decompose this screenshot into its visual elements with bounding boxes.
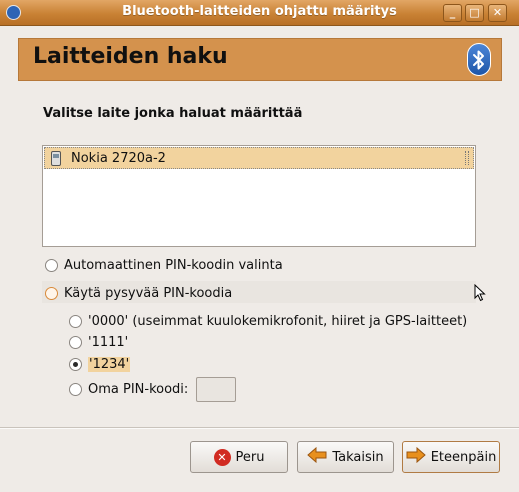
radio-fixed-pin[interactable]: Käytä pysyvää PIN-koodia: [45, 286, 232, 301]
page-header: Laitteiden haku: [18, 38, 502, 81]
radio-auto-pin[interactable]: Automaattinen PIN-koodin valinta: [45, 258, 283, 273]
radio-pin-1234[interactable]: '1234': [69, 357, 131, 372]
button-divider: [0, 427, 519, 429]
radio-pin-1234-label: '1234': [88, 357, 131, 372]
radio-pin-custom-label: Oma PIN-koodi:: [88, 382, 189, 397]
radio-pin-1111[interactable]: '1111': [69, 335, 128, 350]
device-row[interactable]: Nokia 2720a-2: [44, 147, 474, 169]
radio-pin-0000[interactable]: '0000' (useimmat kuulokemikrofonit, hiir…: [69, 314, 467, 329]
bluetooth-icon: [467, 43, 491, 76]
radio-pin-custom-indicator[interactable]: [69, 383, 82, 396]
titlebar[interactable]: Bluetooth-laitteiden ohjattu määritys _ …: [0, 0, 519, 26]
resize-grip-icon: [465, 151, 469, 165]
arrow-left-icon: [307, 446, 327, 467]
radio-pin-custom[interactable]: Oma PIN-koodi:: [69, 377, 237, 402]
wizard-window: Bluetooth-laitteiden ohjattu määritys _ …: [0, 0, 519, 492]
back-button-label: Takaisin: [332, 449, 384, 465]
cancel-button-label: Peru: [235, 449, 265, 465]
phone-icon: [51, 151, 61, 166]
minimize-button[interactable]: _: [443, 4, 462, 22]
radio-pin-0000-label: '0000' (useimmat kuulokemikrofonit, hiir…: [88, 314, 468, 329]
radio-fixed-pin-label: Käytä pysyvää PIN-koodia: [64, 286, 233, 301]
device-name: Nokia 2720a-2: [71, 151, 166, 166]
close-button[interactable]: ✕: [488, 4, 507, 22]
radio-pin-0000-indicator[interactable]: [69, 315, 82, 328]
device-list[interactable]: Nokia 2720a-2: [42, 145, 476, 247]
page-title: Laitteiden haku: [33, 44, 228, 69]
custom-pin-input[interactable]: [196, 377, 237, 402]
device-section-label: Valitse laite jonka haluat määrittää: [43, 106, 303, 121]
radio-auto-pin-label: Automaattinen PIN-koodin valinta: [64, 258, 283, 273]
cancel-button[interactable]: ✕ Peru: [190, 441, 288, 473]
next-button-label: Eteenpäin: [430, 449, 497, 465]
cancel-icon: ✕: [213, 448, 231, 466]
window-title: Bluetooth-laitteiden ohjattu määritys: [122, 4, 397, 19]
mouse-pointer-icon: [474, 283, 486, 306]
radio-auto-pin-indicator[interactable]: [45, 259, 58, 272]
back-button[interactable]: Takaisin: [297, 441, 394, 473]
arrow-right-icon: [406, 446, 426, 467]
radio-pin-1111-label: '1111': [88, 335, 129, 350]
radio-pin-1234-indicator[interactable]: [69, 358, 82, 371]
maximize-button[interactable]: □: [465, 4, 484, 22]
radio-fixed-pin-indicator[interactable]: [45, 287, 58, 300]
radio-pin-1111-indicator[interactable]: [69, 336, 82, 349]
next-button[interactable]: Eteenpäin: [402, 441, 500, 473]
